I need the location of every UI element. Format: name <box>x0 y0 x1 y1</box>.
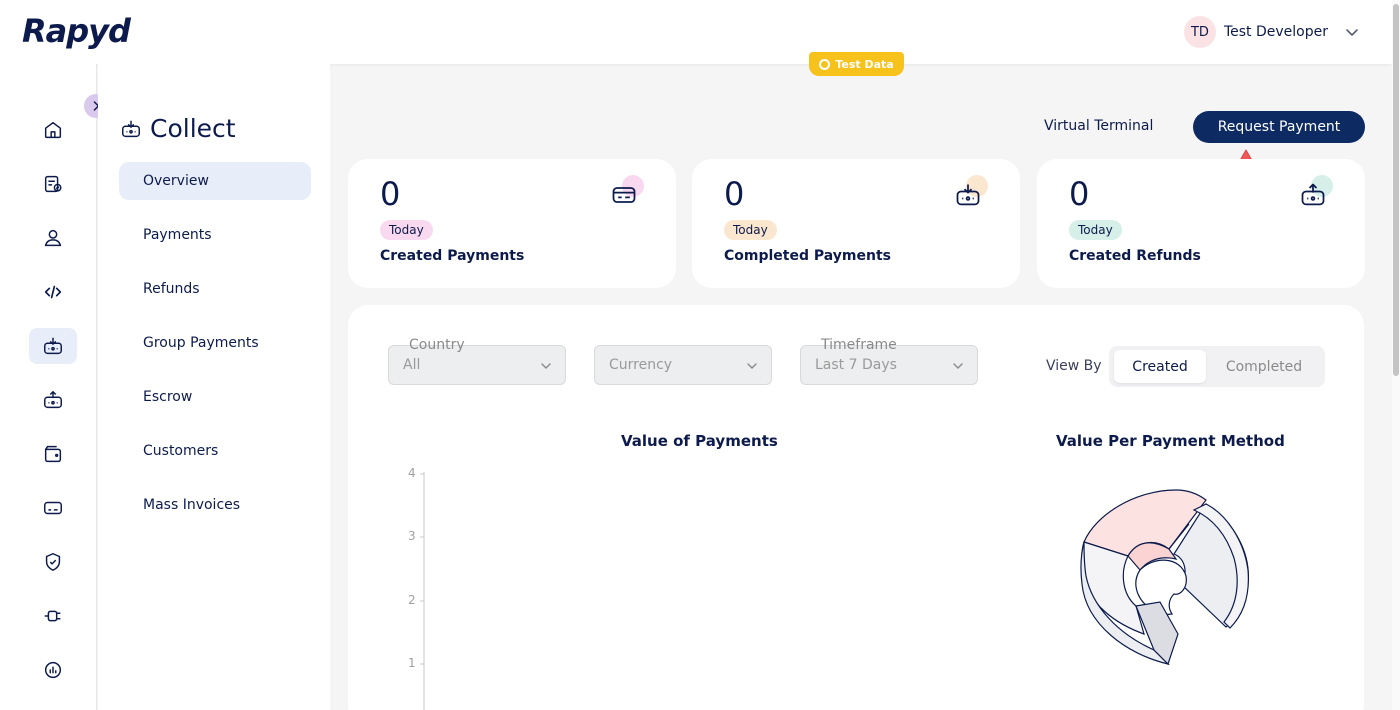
avatar[interactable]: TD <box>1183 16 1216 48</box>
rapyd-logo[interactable]: Rapyd <box>22 12 131 50</box>
chevron-down-icon <box>541 363 551 369</box>
chevron-down-icon <box>953 363 963 369</box>
card-value: 0 <box>1069 175 1090 213</box>
page-title: Collect <box>120 114 236 143</box>
subnav-item-group-payments[interactable]: Group Payments <box>119 324 311 362</box>
y-tick-label: 4 <box>408 466 416 480</box>
y-tick-label: 3 <box>408 529 416 543</box>
page-title-text: Collect <box>150 114 236 143</box>
period-badge: Today <box>724 220 777 240</box>
user-name[interactable]: Test Developer <box>1224 24 1328 40</box>
wallet-icon[interactable] <box>29 436 77 472</box>
currency-value: Currency <box>609 357 673 373</box>
scrollbar-thumb[interactable] <box>1393 4 1399 376</box>
collect-title-icon <box>122 120 140 137</box>
card-icon[interactable] <box>29 490 77 526</box>
y-tick-label: 1 <box>408 656 416 670</box>
country-select[interactable]: Country All <box>388 337 566 385</box>
card-icon <box>610 175 644 209</box>
home-icon[interactable] <box>29 112 77 148</box>
created-payments-card[interactable]: 0 Today Created Payments <box>348 159 676 288</box>
plug-icon[interactable] <box>29 598 77 634</box>
subnav-item-escrow[interactable]: Escrow <box>119 378 311 416</box>
subnav-item-overview[interactable]: Overview <box>119 162 311 200</box>
value-of-payments-title: Value of Payments <box>621 432 778 450</box>
subnav-item-mass-invoices[interactable]: Mass Invoices <box>119 486 311 524</box>
card-label: Created Refunds <box>1069 248 1201 264</box>
country-value: All <box>403 357 421 373</box>
view-by-toggle: Created Completed <box>1109 346 1325 387</box>
card-label: Completed Payments <box>724 248 891 264</box>
completed-payments-card[interactable]: 0 Today Completed Payments <box>692 159 1020 288</box>
collect-icon[interactable] <box>29 328 77 364</box>
view-by-created-option[interactable]: Created <box>1114 350 1206 383</box>
test-data-dot-icon <box>819 58 831 70</box>
user-menu[interactable]: TD Test Developer <box>1183 16 1362 48</box>
subnav-item-payments[interactable]: Payments <box>119 216 311 254</box>
card-value: 0 <box>380 175 401 213</box>
payments-chart-axis <box>420 472 425 710</box>
shield-icon[interactable] <box>29 544 77 580</box>
code-icon[interactable] <box>29 274 77 310</box>
y-tick-label: 2 <box>408 593 416 607</box>
test-data-badge: Test Data <box>809 52 904 76</box>
page-scrollbar[interactable] <box>1392 0 1400 710</box>
chevron-down-icon <box>747 363 757 369</box>
timeframe-value: Last 7 Days <box>815 357 897 373</box>
period-badge: Today <box>380 220 433 240</box>
icon-rail <box>0 64 97 710</box>
currency-select[interactable]: Currency <box>594 345 772 385</box>
refund-icon <box>1299 175 1333 209</box>
created-refunds-card[interactable]: 0 Today Created Refunds <box>1037 159 1365 288</box>
request-payment-button[interactable]: Request Payment <box>1193 111 1365 143</box>
invoice-icon[interactable] <box>29 166 77 202</box>
value-per-method-title: Value Per Payment Method <box>1056 432 1285 450</box>
test-data-label: Test Data <box>835 57 894 71</box>
card-value: 0 <box>724 175 745 213</box>
view-by-completed-option[interactable]: Completed <box>1209 350 1319 383</box>
user-icon[interactable] <box>29 220 77 256</box>
period-badge: Today <box>1069 220 1122 240</box>
card-label: Created Payments <box>380 248 525 264</box>
disburse-icon[interactable] <box>29 382 77 418</box>
virtual-terminal-link[interactable]: Virtual Terminal <box>1044 118 1153 134</box>
collect-icon <box>954 175 988 209</box>
report-icon[interactable] <box>29 652 77 688</box>
country-label: Country <box>409 337 465 353</box>
subnav-item-customers[interactable]: Customers <box>119 432 311 470</box>
view-by-label: View By <box>1046 358 1102 374</box>
subnav-item-refunds[interactable]: Refunds <box>119 270 311 308</box>
timeframe-select[interactable]: Timeframe Last 7 Days <box>800 337 978 385</box>
timeframe-label: Timeframe <box>821 337 897 353</box>
chevron-down-icon[interactable] <box>1342 22 1362 42</box>
payment-method-empty-illustration <box>1080 489 1249 666</box>
top-bar: Rapyd TD Test Developer <box>0 0 1392 64</box>
